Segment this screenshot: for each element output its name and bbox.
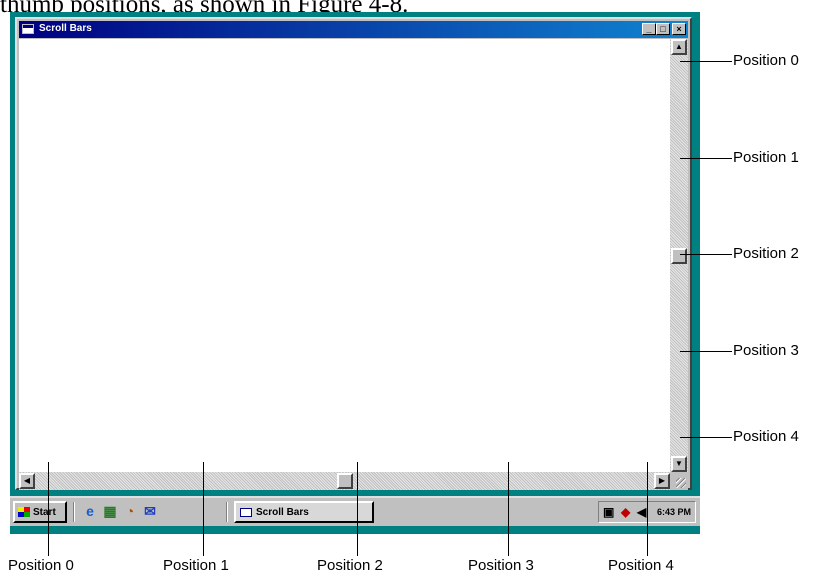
desktop: Scroll Bars _ □ × ▲ ▼ ◀ ▶ Start e ▦ ◔ ✉ … — [10, 12, 700, 534]
network-icon[interactable]: ▣ — [603, 504, 614, 520]
horizontal-position-label: Position 1 — [163, 557, 229, 574]
outlook-icon[interactable]: ✉ — [142, 503, 158, 519]
task-button-scroll-bars[interactable]: Scroll Bars — [234, 501, 374, 523]
left-arrow-icon: ◀ — [23, 476, 31, 485]
callout-leader-line — [680, 61, 732, 62]
taskbar-separator — [73, 502, 75, 522]
scroll-left-button[interactable]: ◀ — [19, 473, 35, 489]
volume-icon[interactable]: ◀ — [637, 504, 646, 520]
up-arrow-icon: ▲ — [675, 42, 683, 51]
horizontal-position-label: Position 4 — [608, 557, 674, 574]
callout-leader-line — [508, 462, 509, 556]
scroll-down-button[interactable]: ▼ — [671, 456, 687, 472]
close-button[interactable]: × — [672, 23, 686, 35]
vertical-position-label: Position 2 — [733, 245, 799, 262]
vertical-position-label: Position 4 — [733, 428, 799, 445]
horizontal-position-label: Position 0 — [8, 557, 74, 574]
size-grip[interactable] — [670, 472, 688, 490]
callout-leader-line — [680, 351, 732, 352]
callout-leader-line — [48, 462, 49, 556]
scheduler-icon[interactable]: ◆ — [621, 504, 630, 520]
callout-leader-line — [680, 158, 732, 159]
minimize-button[interactable]: _ — [642, 23, 656, 35]
vertical-scrollbar[interactable]: ▲ ▼ — [670, 39, 688, 472]
horizontal-position-label: Position 3 — [468, 557, 534, 574]
start-button[interactable]: Start — [13, 501, 67, 523]
title-bar[interactable]: Scroll Bars _ □ × — [19, 21, 688, 38]
vertical-scroll-thumb[interactable] — [671, 247, 687, 264]
vertical-position-label: Position 0 — [733, 52, 799, 69]
callout-leader-line — [680, 437, 732, 438]
callout-leader-line — [357, 462, 358, 556]
taskbar: Start e ▦ ◔ ✉ Scroll Bars ▣ ◆ ◀ 6:43 PM — [10, 496, 700, 526]
callout-leader-line — [647, 462, 648, 556]
taskbar-separator — [226, 502, 228, 522]
vertical-position-label: Position 3 — [733, 342, 799, 359]
client-area — [19, 39, 670, 472]
callout-leader-line — [203, 462, 204, 556]
horizontal-scrollbar[interactable]: ◀ ▶ — [19, 472, 670, 490]
start-label: Start — [33, 507, 56, 518]
scroll-bars-window: Scroll Bars _ □ × ▲ ▼ ◀ ▶ — [15, 17, 692, 490]
scroll-up-button[interactable]: ▲ — [671, 39, 687, 55]
scroll-right-button[interactable]: ▶ — [654, 473, 670, 489]
channels-icon[interactable]: ◔ — [122, 503, 138, 519]
vertical-position-label: Position 1 — [733, 149, 799, 166]
taskbar-clock: 6:43 PM — [657, 507, 692, 517]
right-arrow-icon: ▶ — [658, 476, 666, 485]
task-button-label: Scroll Bars — [256, 507, 309, 518]
horizontal-position-label: Position 2 — [317, 557, 383, 574]
desktop-icon[interactable]: ▦ — [102, 503, 118, 519]
window-app-icon — [240, 508, 252, 517]
horizontal-scroll-thumb[interactable] — [336, 473, 353, 489]
window-title: Scroll Bars — [39, 23, 92, 34]
ie-icon[interactable]: e — [82, 503, 98, 519]
callout-leader-line — [680, 254, 732, 255]
maximize-button[interactable]: □ — [656, 23, 670, 35]
window-app-icon[interactable] — [22, 24, 34, 34]
down-arrow-icon: ▼ — [675, 459, 683, 468]
windows-logo-icon — [18, 507, 30, 517]
